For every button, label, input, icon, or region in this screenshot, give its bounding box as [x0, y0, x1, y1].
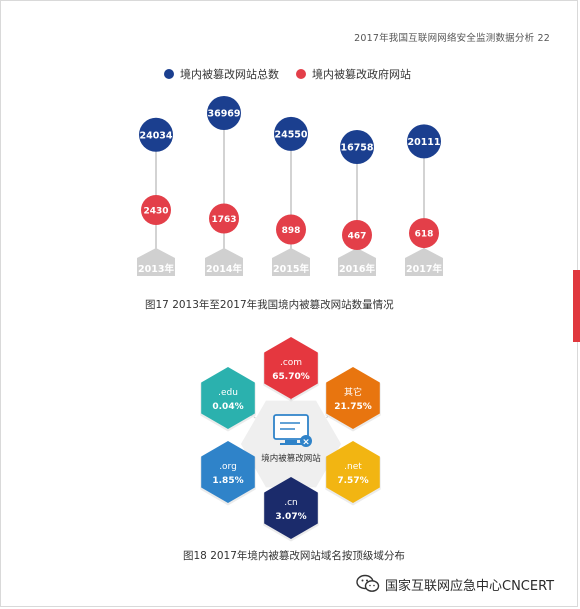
domain-percent-label: 21.75% [334, 402, 372, 412]
domain-name-label: 其它 [344, 386, 362, 398]
domain-hexagon: 其它 21.75% [325, 367, 381, 432]
domain-name-label: .cn [284, 498, 298, 508]
figure-18-hexagon-chart: × 境内被篡改网站 .com 65.70% 其它 21.75% .net 7.57% .cn 3.… [200, 337, 381, 542]
domain-name-label: .edu [218, 388, 238, 398]
wechat-icon [356, 574, 380, 592]
watermark-text: 国家互联网应急中心CNCERT [385, 578, 555, 594]
domain-percent-label: 3.07% [275, 512, 306, 522]
domain-hexagon: .com 65.70% [263, 337, 319, 402]
domain-name-label: .net [344, 462, 362, 472]
wechat-watermark: 国家互联网应急中心CNCERT [356, 574, 554, 594]
domain-name-label: .com [280, 358, 302, 368]
domain-percent-label: 1.85% [212, 476, 243, 486]
svg-text:×: × [302, 438, 310, 448]
figure-18-caption: 图18 2017年境内被篡改网站域名按顶级域分布 [183, 550, 405, 562]
center-label: 境内被篡改网站 [261, 453, 321, 464]
domain-name-label: .org [219, 462, 237, 472]
domain-percent-label: 7.57% [337, 476, 368, 486]
domain-percent-label: 65.70% [272, 372, 310, 382]
domain-hexagon: .edu 0.04% [200, 367, 256, 432]
domain-percent-label: 0.04% [212, 402, 243, 412]
